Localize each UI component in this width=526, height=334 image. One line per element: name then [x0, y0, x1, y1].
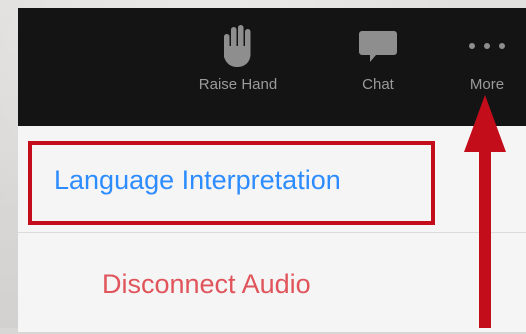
chat-label: Chat [362, 76, 394, 93]
highlight-box [28, 141, 435, 225]
raise-hand-label: Raise Hand [198, 76, 278, 93]
chat-button[interactable]: Chat [323, 24, 433, 104]
disconnect-audio-label: Disconnect Audio [102, 268, 311, 299]
hand-icon [221, 24, 255, 68]
app-panel: Raise Hand Chat More Language Interpreta… [18, 8, 526, 332]
raise-hand-button[interactable]: Raise Hand [183, 24, 293, 104]
more-dots-icon [465, 24, 509, 68]
meeting-toolbar: Raise Hand Chat More [18, 8, 526, 126]
menu-divider [18, 232, 526, 233]
chat-bubble-icon [358, 24, 398, 68]
disconnect-audio-item[interactable]: Disconnect Audio [18, 234, 526, 334]
up-arrow-icon [464, 95, 506, 328]
